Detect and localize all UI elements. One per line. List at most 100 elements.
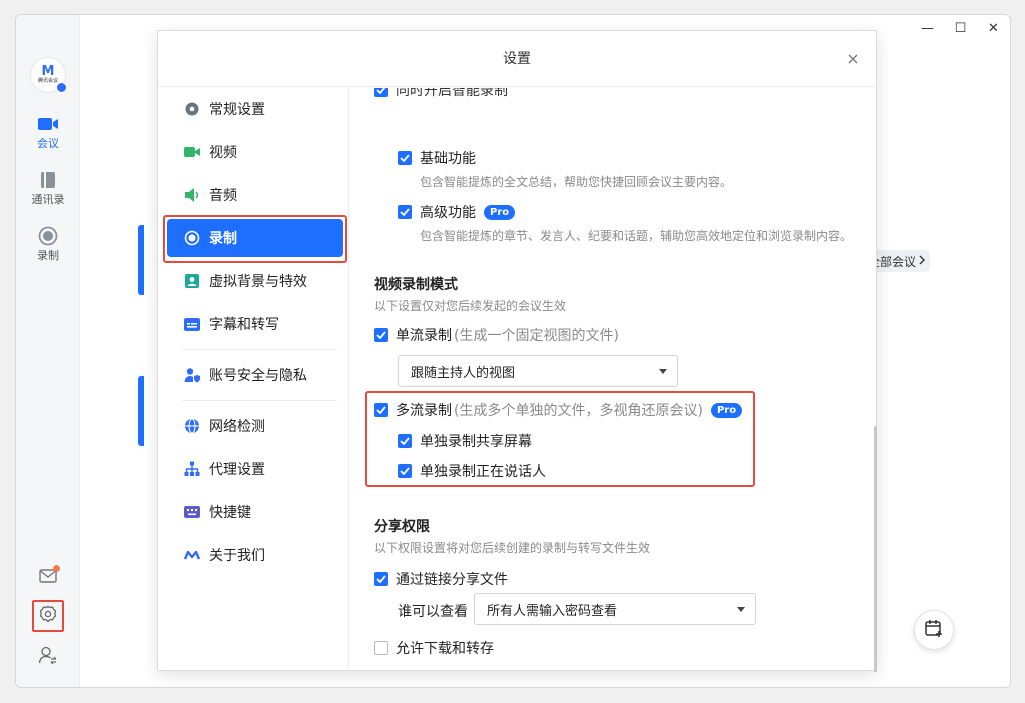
proxy-network-icon: [183, 460, 201, 478]
minimize-button[interactable]: —: [911, 15, 944, 41]
record-circle-icon: [16, 225, 80, 247]
who-can-view-select[interactable]: 所有人需输入密码查看: [474, 593, 756, 625]
who-can-view-value: 所有人需输入密码查看: [487, 603, 618, 619]
checkbox-record-share-screen[interactable]: [398, 434, 412, 448]
nav-highlight-box: [163, 215, 347, 263]
basic-feature-label: 基础功能: [420, 151, 476, 167]
video-camera-icon: [16, 113, 80, 135]
link-share-row[interactable]: 通过链接分享文件: [374, 569, 508, 589]
multi-stream-hint: (生成多个单独的文件，多视角还原会议): [454, 403, 703, 419]
rail-label-meetings: 会议: [37, 137, 59, 150]
checkbox-basic-feature[interactable]: [398, 151, 412, 165]
settings-button[interactable]: [32, 600, 64, 632]
checkbox-link-share[interactable]: [374, 572, 388, 586]
settings-dialog: 设置 常规设置 视频 音频 录制 虚拟背景与特效 字幕和转写 账号安全与隐私 网…: [157, 30, 878, 672]
who-can-view-label: 谁可以查看: [398, 604, 468, 620]
rail-item-recordings[interactable]: 录制: [16, 225, 80, 263]
content-scrollbar[interactable]: [874, 88, 878, 672]
scrollbar-thumb[interactable]: [874, 426, 877, 672]
allow-download-row[interactable]: 允许下载和转存: [374, 638, 494, 658]
nav-item-about[interactable]: 关于我们: [167, 536, 343, 574]
caret-down-icon: [737, 607, 745, 612]
video-mode-subtitle: 以下设置仅对您后续发起的会议生效: [374, 299, 567, 313]
record-share-screen-label: 单独录制共享屏幕: [420, 434, 532, 450]
multi-stream-row[interactable]: 多流录制 (生成多个单独的文件，多视角还原会议) Pro: [374, 400, 743, 420]
rail-item-meetings[interactable]: 会议: [16, 113, 80, 151]
schedule-meeting-button[interactable]: [914, 610, 954, 650]
nav-item-audio[interactable]: 音频: [167, 176, 343, 214]
record-share-screen-row[interactable]: 单独录制共享屏幕: [398, 431, 532, 451]
left-rail: M 腾讯会议 会议 通讯录 录制: [16, 15, 80, 687]
nav-label-network-test: 网络检测: [209, 419, 265, 435]
checkbox-smart-recording[interactable]: [374, 88, 388, 97]
checkbox-multi-stream[interactable]: [374, 403, 388, 417]
nav-label-general: 常规设置: [209, 102, 265, 118]
about-logo-icon: [183, 546, 201, 564]
link-share-label: 通过链接分享文件: [396, 572, 508, 588]
single-stream-row[interactable]: 单流录制 (生成一个固定视图的文件): [374, 325, 619, 345]
checkbox-single-stream[interactable]: [374, 328, 388, 342]
user-switch-button[interactable]: [34, 643, 62, 671]
advanced-feature-label: 高级功能: [420, 205, 476, 221]
caret-down-icon: [659, 369, 667, 374]
nav-item-video[interactable]: 视频: [167, 133, 343, 171]
gear-icon: [183, 100, 201, 118]
dialog-close-button[interactable]: [844, 49, 862, 67]
nav-item-general[interactable]: 常规设置: [167, 90, 343, 128]
nav-item-shortcuts[interactable]: 快捷键: [167, 493, 343, 531]
allow-download-label: 允许下载和转存: [396, 641, 494, 657]
speaker-icon: [183, 186, 201, 204]
nav-label-account-security: 账号安全与隐私: [209, 368, 307, 384]
calendar-add-icon: [924, 618, 944, 642]
partial-smart-recording-row[interactable]: 同时开启智能录制: [374, 88, 508, 100]
account-security-icon: [183, 366, 201, 384]
user-switch-icon: [38, 646, 58, 668]
multi-stream-label: 多流录制: [396, 403, 452, 419]
basic-feature-row[interactable]: 基础功能: [398, 148, 476, 168]
nav-divider: [182, 349, 337, 350]
rail-label-contacts: 通讯录: [31, 193, 65, 206]
settings-nav: 常规设置 视频 音频 录制 虚拟背景与特效 字幕和转写 账号安全与隐私 网络检测…: [158, 88, 349, 672]
advanced-feature-desc: 包含智能提炼的章节、发言人、纪要和话题，辅助您高效地定位和浏览录制内容。: [420, 229, 853, 243]
checkbox-advanced-feature[interactable]: [398, 205, 412, 219]
record-speaker-label: 单独录制正在说话人: [420, 464, 546, 480]
share-permission-subtitle: 以下权限设置将对您后续创建的录制与转写文件生效: [374, 541, 651, 555]
view-select[interactable]: 跟随主持人的视图: [398, 355, 678, 387]
nav-item-proxy[interactable]: 代理设置: [167, 450, 343, 488]
view-select-value: 跟随主持人的视图: [411, 365, 516, 381]
checkbox-record-speaker[interactable]: [398, 464, 412, 478]
nav-item-network-test[interactable]: 网络检测: [167, 407, 343, 445]
nav-item-subtitles[interactable]: 字幕和转写: [167, 305, 343, 343]
nav-label-audio: 音频: [209, 188, 237, 204]
video-mode-title: 视频录制模式: [374, 277, 458, 293]
single-stream-hint: (生成一个固定视图的文件): [454, 328, 619, 344]
globe-icon: [183, 417, 201, 435]
window-close-button[interactable]: ✕: [977, 15, 1010, 41]
window-controls: — ☐ ✕: [911, 15, 1010, 41]
pro-badge: Pro: [484, 204, 516, 220]
dialog-header: 设置: [158, 31, 876, 87]
logo-badge: [56, 82, 67, 93]
basic-feature-desc: 包含智能提炼的全文总结，帮助您快捷回顾会议主要内容。: [420, 175, 733, 189]
smart-recording-label: 同时开启智能录制: [396, 88, 508, 99]
keyboard-icon: [183, 503, 201, 521]
close-icon: [848, 49, 858, 68]
dialog-title: 设置: [503, 51, 531, 67]
chevron-right-icon: [918, 254, 926, 268]
mail-button[interactable]: [34, 563, 62, 591]
app-logo[interactable]: M 腾讯会议: [30, 57, 67, 93]
rail-label-recordings: 录制: [37, 249, 59, 262]
single-stream-label: 单流录制: [396, 328, 452, 344]
subtitle-icon: [183, 315, 201, 333]
nav-item-virtual-background[interactable]: 虚拟背景与特效: [167, 262, 343, 300]
maximize-button[interactable]: ☐: [944, 15, 977, 41]
checkbox-allow-download[interactable]: [374, 641, 388, 655]
record-speaker-row[interactable]: 单独录制正在说话人: [398, 461, 546, 481]
share-permission-title: 分享权限: [374, 519, 430, 535]
nav-label-about: 关于我们: [209, 548, 265, 564]
nav-label-subtitles: 字幕和转写: [209, 317, 279, 333]
nav-label-proxy: 代理设置: [209, 462, 265, 478]
advanced-feature-row[interactable]: 高级功能 Pro: [398, 202, 516, 222]
nav-item-account-security[interactable]: 账号安全与隐私: [167, 356, 343, 394]
rail-item-contacts[interactable]: 通讯录: [16, 169, 80, 207]
